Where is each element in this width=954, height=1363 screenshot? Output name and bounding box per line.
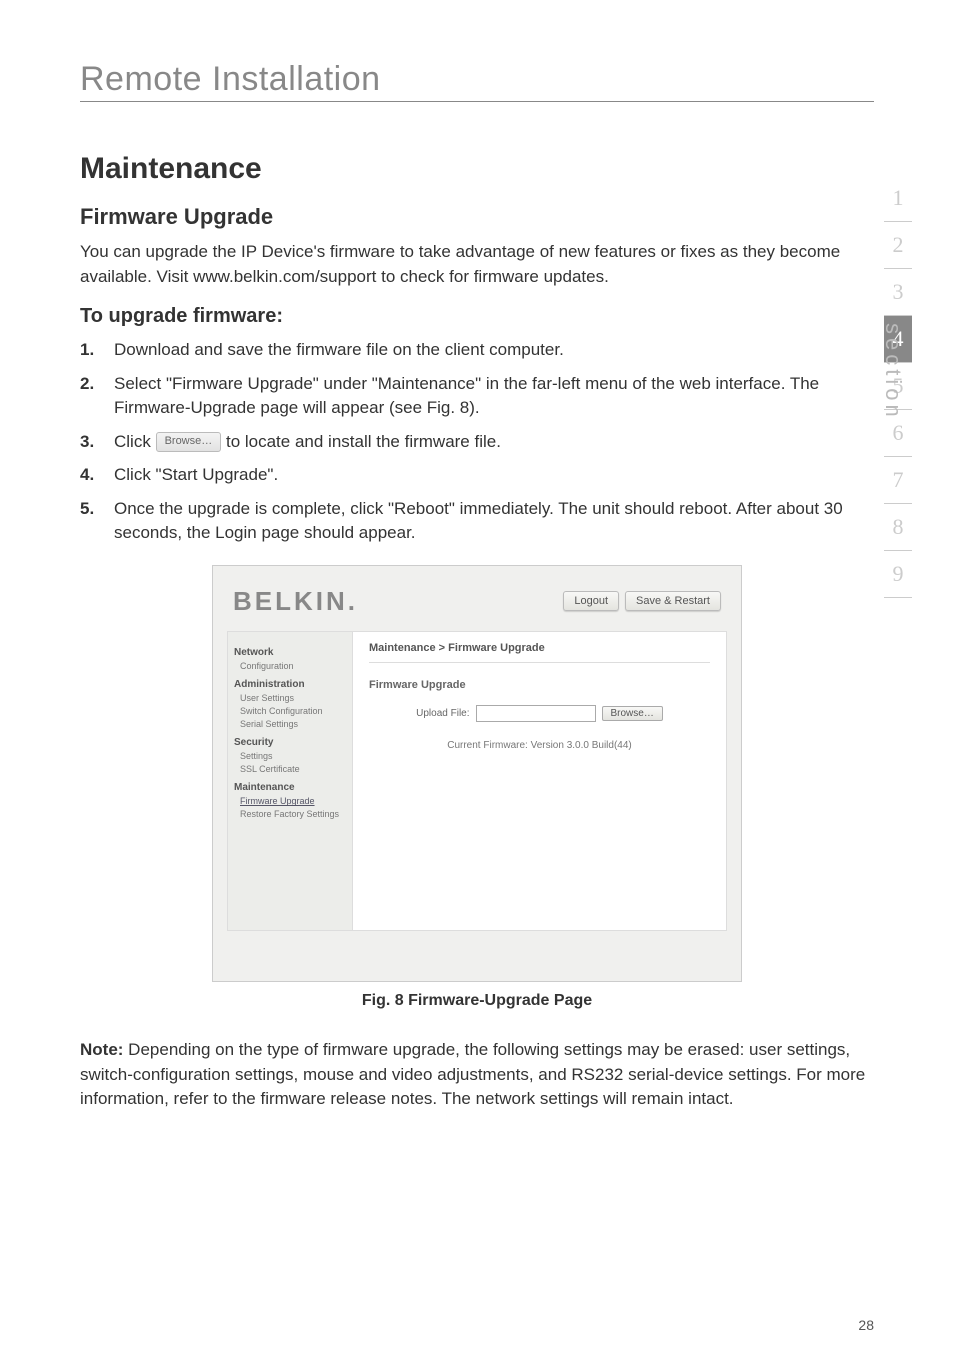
tab-2[interactable]: 2	[884, 222, 912, 269]
page-title: Remote Installation	[80, 60, 874, 102]
sidebar: Network Configuration Administration Use…	[228, 632, 353, 930]
step-2: Select "Firmware Upgrade" under "Mainten…	[80, 372, 874, 420]
belkin-logo: BELKIN.	[233, 586, 358, 617]
tab-7[interactable]: 7	[884, 457, 912, 504]
browse-button-inline: Browse…	[156, 432, 222, 451]
step-3-text-b: to locate and install the firmware file.	[221, 432, 501, 451]
step-3: Click Browse… to locate and install the …	[80, 430, 874, 454]
screenshot: BELKIN. Logout Save & Restart Network Co…	[212, 565, 742, 982]
upload-label: Upload File:	[416, 708, 469, 719]
sidebar-item-configuration[interactable]: Configuration	[234, 660, 346, 673]
top-buttons: Logout Save & Restart	[563, 591, 721, 611]
sidebar-item-ssl-cert[interactable]: SSL Certificate	[234, 763, 346, 776]
page-number: 28	[858, 1317, 874, 1333]
step-3-text-a: Click	[114, 432, 156, 451]
save-restart-button[interactable]: Save & Restart	[625, 591, 721, 611]
divider	[369, 662, 710, 663]
screenshot-header: BELKIN. Logout Save & Restart	[227, 580, 727, 631]
sidebar-item-security-settings[interactable]: Settings	[234, 750, 346, 763]
sidebar-item-administration[interactable]: Administration	[234, 679, 346, 690]
upgrade-steps-heading: To upgrade firmware:	[80, 305, 874, 328]
upload-row: Upload File: Browse…	[369, 705, 710, 722]
tab-3[interactable]: 3	[884, 269, 912, 316]
sidebar-item-restore-factory[interactable]: Restore Factory Settings	[234, 808, 346, 821]
logout-button[interactable]: Logout	[563, 591, 619, 611]
sidebar-item-switch-config[interactable]: Switch Configuration	[234, 705, 346, 718]
tab-9[interactable]: 9	[884, 551, 912, 598]
section-tabs: 1 2 3 4 5 6 7 8 9 section	[884, 175, 912, 598]
step-5: Once the upgrade is complete, click "Reb…	[80, 497, 874, 545]
firmware-upgrade-heading: Firmware Upgrade	[80, 204, 874, 230]
note-body: Depending on the type of firmware upgrad…	[80, 1040, 865, 1108]
screenshot-body: Network Configuration Administration Use…	[227, 631, 727, 931]
section-label: section	[880, 323, 906, 421]
figure-caption: Fig. 8 Firmware-Upgrade Page	[80, 992, 874, 1010]
tab-1[interactable]: 1	[884, 175, 912, 222]
note-label: Note:	[80, 1040, 123, 1059]
intro-text: You can upgrade the IP Device's firmware…	[80, 240, 874, 289]
step-1: Download and save the firmware file on t…	[80, 338, 874, 362]
screenshot-main: Maintenance > Firmware Upgrade Firmware …	[353, 632, 726, 930]
sidebar-item-security[interactable]: Security	[234, 737, 346, 748]
step-4: Click "Start Upgrade".	[80, 463, 874, 487]
firmware-version-text: Current Firmware: Version 3.0.0 Build(44…	[369, 740, 710, 751]
steps-list: Download and save the firmware file on t…	[80, 338, 874, 545]
breadcrumb: Maintenance > Firmware Upgrade	[369, 642, 710, 654]
upload-file-input[interactable]	[476, 705, 596, 722]
maintenance-heading: Maintenance	[80, 152, 874, 186]
sidebar-item-serial-settings[interactable]: Serial Settings	[234, 718, 346, 731]
browse-button[interactable]: Browse…	[602, 706, 663, 721]
sidebar-item-maintenance[interactable]: Maintenance	[234, 782, 346, 793]
sidebar-item-network[interactable]: Network	[234, 647, 346, 658]
tab-8[interactable]: 8	[884, 504, 912, 551]
main-section-title: Firmware Upgrade	[369, 679, 710, 691]
sidebar-item-firmware-upgrade[interactable]: Firmware Upgrade	[234, 795, 346, 808]
sidebar-item-user-settings[interactable]: User Settings	[234, 692, 346, 705]
note-text: Note: Depending on the type of firmware …	[80, 1038, 874, 1112]
